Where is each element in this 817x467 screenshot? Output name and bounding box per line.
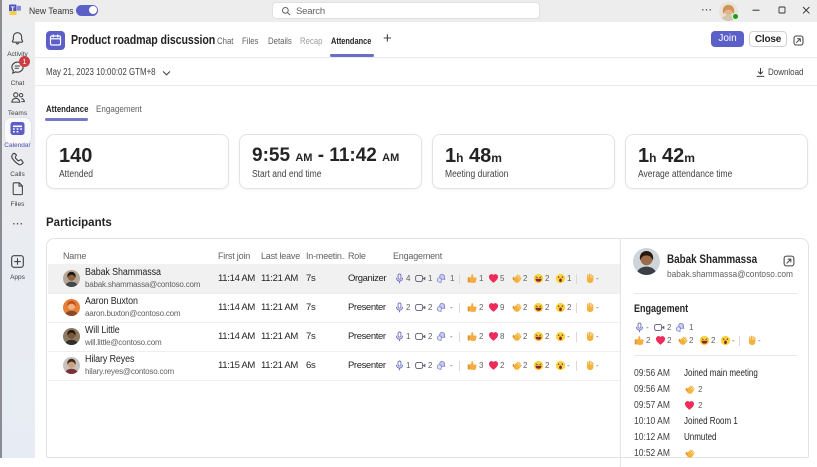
svg-text:T: T — [11, 6, 15, 13]
